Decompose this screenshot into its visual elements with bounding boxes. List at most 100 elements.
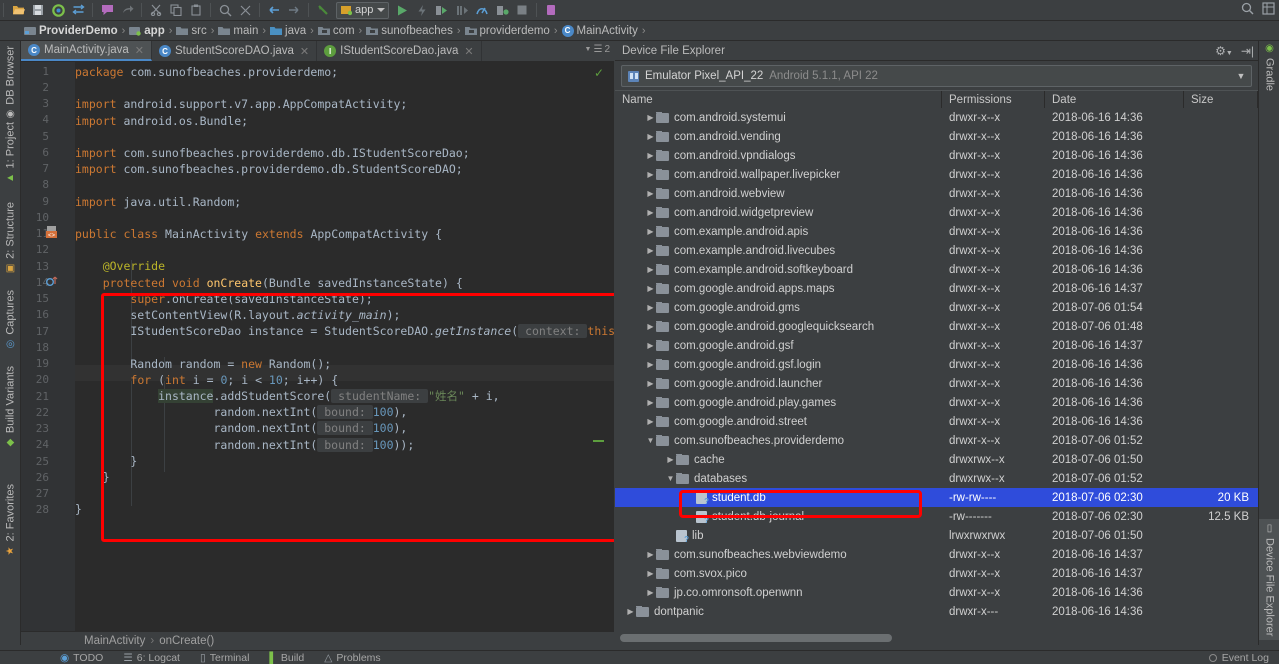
- breadcrumb-item-com[interactable]: com: [316, 25, 357, 37]
- sidebar-item-device-file-explorer[interactable]: ▯ Device File Explorer: [1259, 519, 1279, 641]
- chevron-right-icon[interactable]: ▶: [645, 588, 656, 597]
- file-row[interactable]: ▶ com.example.android.apis drwxr-x--x 2018-…: [615, 222, 1258, 241]
- chevron-right-icon[interactable]: ▶: [645, 569, 656, 578]
- file-row[interactable]: ▶ com.svox.pico drwxr-x--x 2018-06-16 14:37: [615, 564, 1258, 583]
- run-configuration-selector[interactable]: app: [336, 1, 390, 19]
- layout-inspector-icon[interactable]: [1262, 2, 1275, 20]
- status-item-terminal[interactable]: ▯ Terminal: [200, 652, 249, 664]
- chevron-right-icon[interactable]: ▶: [645, 132, 656, 141]
- sidebar-item-build-variants[interactable]: ◆ Build Variants: [0, 363, 21, 448]
- breadcrumb-item-sunofbeaches[interactable]: sunofbeaches: [364, 25, 455, 37]
- status-item-build[interactable]: ▌ Build: [269, 652, 304, 664]
- breadcrumb-item-src[interactable]: src: [174, 25, 208, 37]
- reverse-sync-icon[interactable]: [68, 1, 88, 20]
- breadcrumb-item-mainactivity[interactable]: C MainActivity: [560, 24, 640, 37]
- breadcrumb-class[interactable]: MainActivity: [84, 635, 145, 647]
- device-selector[interactable]: Emulator Pixel_API_22 Android 5.1.1, API…: [621, 65, 1252, 87]
- step-icon[interactable]: [452, 1, 472, 20]
- paste-icon[interactable]: [186, 1, 206, 20]
- sidebar-item-captures[interactable]: ◎ Captures: [0, 287, 21, 350]
- chevron-right-icon[interactable]: ▶: [645, 170, 656, 179]
- file-row[interactable]: ▶ com.android.widgetpreview drwxr-x--x 2018…: [615, 203, 1258, 222]
- tab-mainactivity-java[interactable]: C MainActivity.java ✕: [21, 41, 153, 61]
- cut-icon[interactable]: [146, 1, 166, 20]
- tab-istudentscoredao-java[interactable]: I IStudentScoreDao.java ✕: [317, 41, 482, 61]
- chevron-right-icon[interactable]: ▶: [645, 246, 656, 255]
- file-row[interactable]: ▶ com.android.vpndialogs drwxr-x--x 2018-06…: [615, 146, 1258, 165]
- chevron-right-icon[interactable]: ▶: [645, 360, 656, 369]
- chevron-right-icon[interactable]: ▶: [645, 322, 656, 331]
- file-row[interactable]: ▶ com.google.android.gms drwxr-x--x 2018-07…: [615, 298, 1258, 317]
- forward-nav-icon[interactable]: [284, 1, 304, 20]
- search-icon[interactable]: [215, 1, 235, 20]
- hide-panel-icon[interactable]: ⇥|: [1241, 44, 1254, 58]
- chevron-right-icon[interactable]: ▶: [645, 398, 656, 407]
- undo-icon[interactable]: [313, 1, 333, 20]
- file-row[interactable]: ▶ com.android.wallpaper.livepicker drwxr-x…: [615, 165, 1258, 184]
- file-row[interactable]: ▶ com.google.android.apps.maps drwxr-x--x 2…: [615, 279, 1258, 298]
- file-row[interactable]: ▶ com.google.android.gsf.login drwxr-x--x 2…: [615, 355, 1258, 374]
- save-all-icon[interactable]: [28, 1, 48, 20]
- chevron-down-icon[interactable]: ▼: [665, 474, 676, 483]
- file-row[interactable]: ▶ com.sunofbeaches.webviewdemo drwxr-x--x 2…: [615, 545, 1258, 564]
- chevron-right-icon[interactable]: ▶: [625, 607, 636, 616]
- chevron-right-icon[interactable]: ▶: [665, 455, 676, 464]
- file-row[interactable]: ▼ com.sunofbeaches.providerdemo drwxr-x--x…: [615, 431, 1258, 450]
- back-icon[interactable]: [264, 1, 284, 20]
- file-row[interactable]: lib lrwxrwxrwx 2018-07-06 01:50: [615, 526, 1258, 545]
- run-icon[interactable]: [392, 1, 412, 20]
- file-row[interactable]: ▶ com.google.android.street drwxr-x--x 2018…: [615, 412, 1258, 431]
- chevron-right-icon[interactable]: ▶: [645, 550, 656, 559]
- breadcrumb-item-main[interactable]: main: [216, 25, 260, 37]
- file-row[interactable]: ▶ com.example.android.softkeyboard drwxr-x…: [615, 260, 1258, 279]
- code-editor[interactable]: 1 2 3 4 5 6 7 8 9 10 11 12 13 14 15 16 1…: [21, 62, 614, 631]
- code-text[interactable]: package com.sunofbeaches.providerdemo; i…: [75, 62, 614, 631]
- override-method-icon[interactable]: [46, 274, 58, 290]
- breadcrumb-item-providerdemo[interactable]: ProviderDemo: [22, 25, 120, 37]
- file-row[interactable]: ▶ com.google.android.launcher drwxr-x--x 20…: [615, 374, 1258, 393]
- editor-gutter[interactable]: 1 2 3 4 5 6 7 8 9 10 11 12 13 14 15 16 1…: [21, 62, 75, 631]
- status-item-logcat[interactable]: ☰ 6: Logcat: [123, 652, 180, 664]
- sidebar-item-project[interactable]: ▲ 1: Project: [0, 119, 21, 183]
- chevron-down-icon[interactable]: [377, 8, 386, 12]
- profiler-icon[interactable]: [472, 1, 492, 20]
- sidebar-item-structure[interactable]: ▣ 2: Structure: [0, 199, 21, 274]
- chevron-right-icon[interactable]: ▶: [645, 227, 656, 236]
- file-row[interactable]: ▶ com.android.vending drwxr-x--x 2018-06-16…: [615, 127, 1258, 146]
- chevron-down-icon[interactable]: ▼: [645, 436, 656, 445]
- debug-icon[interactable]: [432, 1, 452, 20]
- class-marker-icon[interactable]: <>: [46, 226, 58, 242]
- event-log-button[interactable]: Event Log: [1208, 652, 1269, 664]
- chevron-right-icon[interactable]: ▶: [645, 113, 656, 122]
- replace-icon[interactable]: [235, 1, 255, 20]
- file-row[interactable]: ▶ com.android.webview drwxr-x--x 2018-06-16…: [615, 184, 1258, 203]
- avd-manager-icon[interactable]: [541, 1, 561, 20]
- stop-icon[interactable]: [512, 1, 532, 20]
- close-icon[interactable]: ✕: [464, 45, 473, 58]
- chevron-right-icon[interactable]: ▶: [645, 189, 656, 198]
- horizontal-scrollbar-track[interactable]: [615, 631, 1258, 645]
- sidebar-item-db-browser[interactable]: ◉ DB Browser: [0, 43, 21, 120]
- column-header-name[interactable]: Name: [615, 91, 942, 109]
- chevron-right-icon[interactable]: ▶: [645, 265, 656, 274]
- tab-studentscoredao-java[interactable]: C StudentScoreDAO.java ✕: [152, 41, 318, 61]
- close-icon[interactable]: ✕: [300, 45, 309, 58]
- file-row-selected[interactable]: student.db -rw-rw---- 2018-07-06 02:30 20 K…: [615, 488, 1258, 507]
- inspection-ok-check[interactable]: ✓: [594, 66, 604, 80]
- attach-debugger-icon[interactable]: [492, 1, 512, 20]
- chevron-right-icon[interactable]: ▶: [645, 379, 656, 388]
- breadcrumb-item-providerdemo-pkg[interactable]: providerdemo: [463, 25, 552, 37]
- copy-icon[interactable]: [166, 1, 186, 20]
- sidebar-item-gradle[interactable]: ◉ Gradle: [1259, 43, 1279, 94]
- apply-changes-icon[interactable]: [412, 1, 432, 20]
- file-row[interactable]: ▶ com.example.android.livecubes drwxr-x--x…: [615, 241, 1258, 260]
- file-row[interactable]: student.db-journal -rw------- 2018-07-06 0…: [615, 507, 1258, 526]
- file-row[interactable]: ▶ com.google.android.gsf drwxr-x--x 2018-06…: [615, 336, 1258, 355]
- breadcrumb-item-java[interactable]: java: [268, 25, 308, 37]
- search-everywhere-icon[interactable]: [1241, 2, 1254, 20]
- chevron-right-icon[interactable]: ▶: [645, 417, 656, 426]
- file-row[interactable]: ▶ cache drwxrwx--x 2018-07-06 01:50: [615, 450, 1258, 469]
- file-row[interactable]: ▶ com.android.systemui drwxr-x--x 2018-06-1…: [615, 108, 1258, 127]
- column-header-date[interactable]: Date: [1045, 91, 1184, 109]
- file-row[interactable]: ▶ jp.co.omronsoft.openwnn drwxr-x--x 2018-0…: [615, 583, 1258, 602]
